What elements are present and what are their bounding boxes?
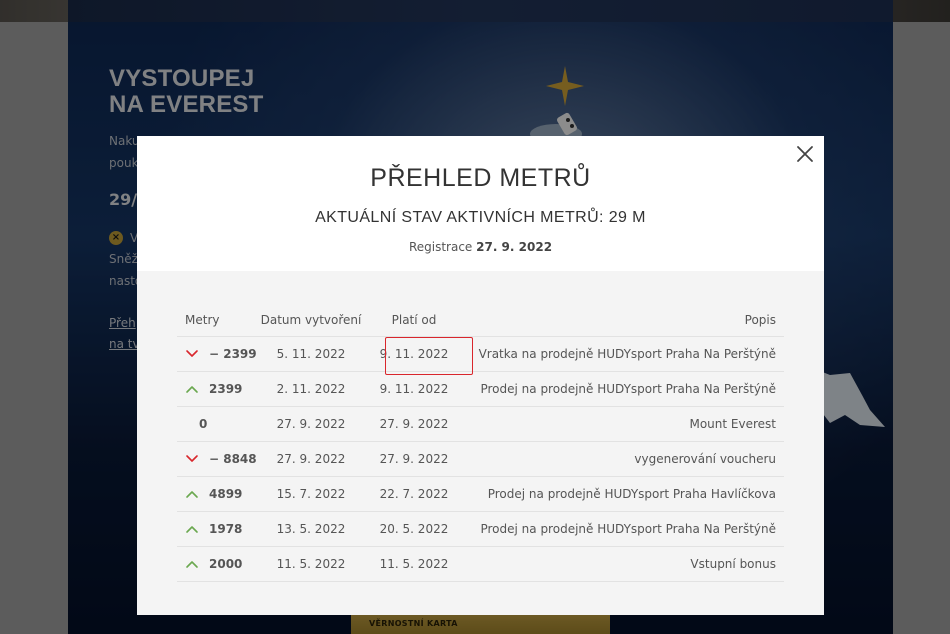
table-row: − 8848 27. 9. 2022 27. 9. 2022 vygenerov… (177, 441, 784, 477)
meters-cell: 2000 (177, 546, 257, 582)
meters-cell: 2399 (177, 371, 257, 407)
meters-value: 2000 (209, 556, 243, 571)
arrow-up-icon (185, 383, 199, 395)
column-header-description: Popis (463, 304, 784, 337)
meters-value: 1978 (209, 521, 243, 536)
meters-cell: − 2399 (177, 336, 257, 372)
created-cell: 11. 5. 2022 (257, 546, 365, 582)
created-cell: 27. 9. 2022 (257, 441, 365, 477)
created-cell: 5. 11. 2022 (257, 336, 365, 372)
arrow-down-icon (185, 348, 199, 360)
meters-value: 4899 (209, 486, 243, 501)
created-cell: 2. 11. 2022 (257, 371, 365, 407)
meters-value: − 2399 (209, 346, 257, 361)
close-icon (797, 146, 813, 162)
meters-cell: 4899 (177, 476, 257, 512)
registration-label: Registrace (408, 240, 473, 254)
valid-from-cell: 20. 5. 2022 (365, 511, 463, 547)
close-button[interactable] (793, 142, 817, 166)
meters-table: Metry Datum vytvoření Platí od Popis − 2… (177, 304, 784, 582)
description-cell: Prodej na prodejně HUDYsport Praha Na Pe… (463, 511, 784, 547)
registration-date: 27. 9. 2022 (476, 240, 553, 254)
registration-info: Registrace 27. 9. 2022 (137, 240, 824, 254)
description-cell: Prodej na prodejně HUDYsport Praha Na Pe… (463, 371, 784, 407)
column-header-created: Datum vytvoření (257, 304, 365, 337)
table-row: 2399 2. 11. 2022 9. 11. 2022 Prodej na p… (177, 371, 784, 407)
description-cell: Vratka na prodejně HUDYsport Praha Na Pe… (463, 336, 784, 372)
meters-value: 0 (199, 416, 208, 431)
table-header-row: Metry Datum vytvoření Platí od Popis (177, 304, 784, 337)
description-cell: Vstupní bonus (463, 546, 784, 582)
modal-header: PŘEHLED METRŮ AKTUÁLNÍ STAV AKTIVNÍCH ME… (137, 136, 824, 271)
valid-from-cell: 9. 11. 2022 (365, 336, 463, 372)
meters-table-body: − 2399 5. 11. 2022 9. 11. 2022 Vratka na… (177, 336, 784, 582)
column-header-valid-from: Platí od (365, 304, 463, 337)
modal-title: PŘEHLED METRŮ (370, 164, 591, 192)
valid-from-cell: 11. 5. 2022 (365, 546, 463, 582)
arrow-down-icon (185, 453, 199, 465)
table-row: 0 27. 9. 2022 27. 9. 2022 Mount Everest (177, 406, 784, 442)
arrow-up-icon (185, 558, 199, 570)
table-row: 4899 15. 7. 2022 22. 7. 2022 Prodej na p… (177, 476, 784, 512)
valid-from-cell: 27. 9. 2022 (365, 441, 463, 477)
valid-from-cell: 22. 7. 2022 (365, 476, 463, 512)
column-header-meters: Metry (177, 304, 257, 337)
table-row: 1978 13. 5. 2022 20. 5. 2022 Prodej na p… (177, 511, 784, 547)
description-cell: Prodej na prodejně HUDYsport Praha Havlí… (463, 476, 784, 512)
table-row: − 2399 5. 11. 2022 9. 11. 2022 Vratka na… (177, 336, 784, 372)
arrow-up-icon (185, 523, 199, 535)
created-cell: 15. 7. 2022 (257, 476, 365, 512)
valid-from-cell: 27. 9. 2022 (365, 406, 463, 442)
table-row: 2000 11. 5. 2022 11. 5. 2022 Vstupní bon… (177, 546, 784, 582)
meters-value: 2399 (209, 381, 243, 396)
active-meters-status: AKTUÁLNÍ STAV AKTIVNÍCH METRŮ: 29 M (315, 209, 646, 226)
no-change-icon (185, 418, 189, 430)
arrow-up-icon (185, 488, 199, 500)
description-cell: Mount Everest (463, 406, 784, 442)
created-cell: 27. 9. 2022 (257, 406, 365, 442)
meters-value: − 8848 (209, 451, 257, 466)
created-cell: 13. 5. 2022 (257, 511, 365, 547)
meters-cell: 1978 (177, 511, 257, 547)
meters-overview-modal: PŘEHLED METRŮ AKTUÁLNÍ STAV AKTIVNÍCH ME… (137, 136, 824, 615)
meters-cell: 0 (177, 406, 257, 442)
valid-from-cell: 9. 11. 2022 (365, 371, 463, 407)
meters-cell: − 8848 (177, 441, 257, 477)
description-cell: vygenerování voucheru (463, 441, 784, 477)
